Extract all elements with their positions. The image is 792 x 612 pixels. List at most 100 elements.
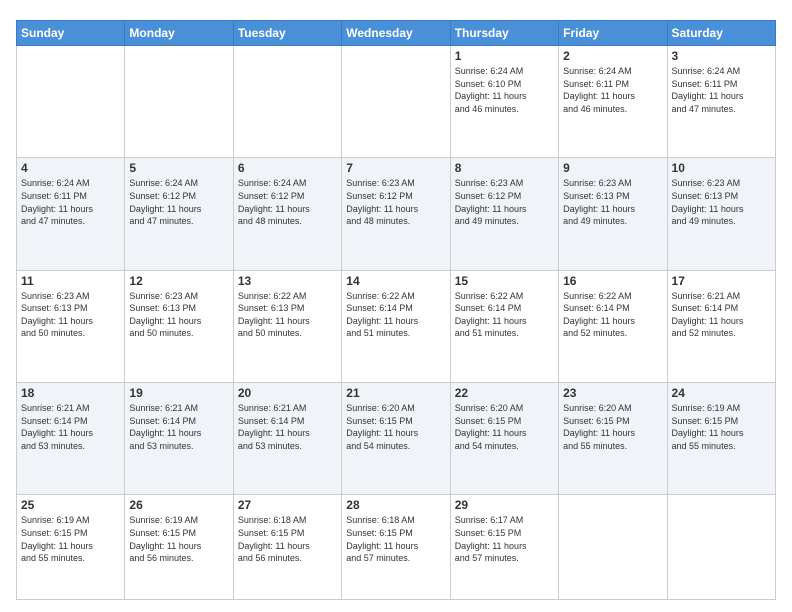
header-cell-friday: Friday	[559, 21, 667, 46]
calendar-cell: 29 Sunrise: 6:17 AM Sunset: 6:15 PM Dayli…	[450, 495, 558, 600]
calendar-cell: 28 Sunrise: 6:18 AM Sunset: 6:15 PM Dayli…	[342, 495, 450, 600]
calendar-cell: 24 Sunrise: 6:19 AM Sunset: 6:15 PM Dayli…	[667, 382, 775, 494]
day-info: Sunrise: 6:24 AM Sunset: 6:11 PM Dayligh…	[563, 65, 662, 115]
calendar-cell: 25 Sunrise: 6:19 AM Sunset: 6:15 PM Dayli…	[17, 495, 125, 600]
day-number: 10	[672, 161, 771, 175]
calendar-cell: 12 Sunrise: 6:23 AM Sunset: 6:13 PM Dayli…	[125, 270, 233, 382]
day-info: Sunrise: 6:20 AM Sunset: 6:15 PM Dayligh…	[455, 402, 554, 452]
calendar-cell	[125, 46, 233, 158]
day-info: Sunrise: 6:23 AM Sunset: 6:13 PM Dayligh…	[129, 290, 228, 340]
calendar-cell: 11 Sunrise: 6:23 AM Sunset: 6:13 PM Dayli…	[17, 270, 125, 382]
week-row-1: 4 Sunrise: 6:24 AM Sunset: 6:11 PM Daylig…	[17, 158, 776, 270]
day-info: Sunrise: 6:23 AM Sunset: 6:13 PM Dayligh…	[672, 177, 771, 227]
header-row: SundayMondayTuesdayWednesdayThursdayFrid…	[17, 21, 776, 46]
day-number: 7	[346, 161, 445, 175]
calendar-cell: 9 Sunrise: 6:23 AM Sunset: 6:13 PM Daylig…	[559, 158, 667, 270]
page: General Blue SundayMondayTuesdayWednesda…	[0, 0, 792, 612]
day-number: 19	[129, 386, 228, 400]
day-info: Sunrise: 6:22 AM Sunset: 6:13 PM Dayligh…	[238, 290, 337, 340]
day-number: 15	[455, 274, 554, 288]
calendar-cell: 20 Sunrise: 6:21 AM Sunset: 6:14 PM Dayli…	[233, 382, 341, 494]
day-number: 24	[672, 386, 771, 400]
calendar-cell: 22 Sunrise: 6:20 AM Sunset: 6:15 PM Dayli…	[450, 382, 558, 494]
day-number: 17	[672, 274, 771, 288]
day-info: Sunrise: 6:17 AM Sunset: 6:15 PM Dayligh…	[455, 514, 554, 564]
day-number: 5	[129, 161, 228, 175]
week-row-2: 11 Sunrise: 6:23 AM Sunset: 6:13 PM Dayli…	[17, 270, 776, 382]
day-info: Sunrise: 6:22 AM Sunset: 6:14 PM Dayligh…	[563, 290, 662, 340]
day-number: 11	[21, 274, 120, 288]
calendar-cell: 7 Sunrise: 6:23 AM Sunset: 6:12 PM Daylig…	[342, 158, 450, 270]
day-number: 3	[672, 49, 771, 63]
day-number: 2	[563, 49, 662, 63]
day-info: Sunrise: 6:23 AM Sunset: 6:13 PM Dayligh…	[563, 177, 662, 227]
header-cell-saturday: Saturday	[667, 21, 775, 46]
header-cell-sunday: Sunday	[17, 21, 125, 46]
day-info: Sunrise: 6:23 AM Sunset: 6:12 PM Dayligh…	[455, 177, 554, 227]
header-cell-tuesday: Tuesday	[233, 21, 341, 46]
calendar-cell	[233, 46, 341, 158]
calendar-cell: 6 Sunrise: 6:24 AM Sunset: 6:12 PM Daylig…	[233, 158, 341, 270]
day-info: Sunrise: 6:24 AM Sunset: 6:12 PM Dayligh…	[129, 177, 228, 227]
day-info: Sunrise: 6:18 AM Sunset: 6:15 PM Dayligh…	[238, 514, 337, 564]
calendar-table: SundayMondayTuesdayWednesdayThursdayFrid…	[16, 20, 776, 600]
day-info: Sunrise: 6:21 AM Sunset: 6:14 PM Dayligh…	[21, 402, 120, 452]
calendar-cell: 23 Sunrise: 6:20 AM Sunset: 6:15 PM Dayli…	[559, 382, 667, 494]
header-cell-wednesday: Wednesday	[342, 21, 450, 46]
calendar-cell: 15 Sunrise: 6:22 AM Sunset: 6:14 PM Dayli…	[450, 270, 558, 382]
calendar-cell: 19Sunrise: 6:21 AM Sunset: 6:14 PM Dayli…	[125, 382, 233, 494]
day-info: Sunrise: 6:18 AM Sunset: 6:15 PM Dayligh…	[346, 514, 445, 564]
day-number: 27	[238, 498, 337, 512]
day-number: 21	[346, 386, 445, 400]
calendar-cell: 10 Sunrise: 6:23 AM Sunset: 6:13 PM Dayli…	[667, 158, 775, 270]
week-row-3: 18 Sunrise: 6:21 AM Sunset: 6:14 PM Dayli…	[17, 382, 776, 494]
day-info: Sunrise: 6:19 AM Sunset: 6:15 PM Dayligh…	[672, 402, 771, 452]
day-number: 23	[563, 386, 662, 400]
day-number: 28	[346, 498, 445, 512]
day-number: 29	[455, 498, 554, 512]
day-number: 20	[238, 386, 337, 400]
calendar-cell	[667, 495, 775, 600]
calendar-cell: 4 Sunrise: 6:24 AM Sunset: 6:11 PM Daylig…	[17, 158, 125, 270]
day-number: 16	[563, 274, 662, 288]
week-row-0: 1Sunrise: 6:24 AM Sunset: 6:10 PM Daylig…	[17, 46, 776, 158]
day-info: Sunrise: 6:21 AM Sunset: 6:14 PM Dayligh…	[238, 402, 337, 452]
day-number: 25	[21, 498, 120, 512]
day-number: 22	[455, 386, 554, 400]
day-number: 6	[238, 161, 337, 175]
calendar-cell: 5 Sunrise: 6:24 AM Sunset: 6:12 PM Daylig…	[125, 158, 233, 270]
calendar-cell	[559, 495, 667, 600]
calendar-cell: 26Sunrise: 6:19 AM Sunset: 6:15 PM Dayli…	[125, 495, 233, 600]
day-number: 12	[129, 274, 228, 288]
day-info: Sunrise: 6:23 AM Sunset: 6:13 PM Dayligh…	[21, 290, 120, 340]
day-info: Sunrise: 6:23 AM Sunset: 6:12 PM Dayligh…	[346, 177, 445, 227]
day-info: Sunrise: 6:20 AM Sunset: 6:15 PM Dayligh…	[346, 402, 445, 452]
day-info: Sunrise: 6:20 AM Sunset: 6:15 PM Dayligh…	[563, 402, 662, 452]
day-number: 4	[21, 161, 120, 175]
header-cell-monday: Monday	[125, 21, 233, 46]
day-info: Sunrise: 6:19 AM Sunset: 6:15 PM Dayligh…	[21, 514, 120, 564]
calendar-cell: 27 Sunrise: 6:18 AM Sunset: 6:15 PM Dayli…	[233, 495, 341, 600]
calendar-cell: 14Sunrise: 6:22 AM Sunset: 6:14 PM Dayli…	[342, 270, 450, 382]
day-info: Sunrise: 6:22 AM Sunset: 6:14 PM Dayligh…	[455, 290, 554, 340]
day-number: 26	[129, 498, 228, 512]
calendar-cell	[17, 46, 125, 158]
calendar-cell: 3 Sunrise: 6:24 AM Sunset: 6:11 PM Daylig…	[667, 46, 775, 158]
calendar-cell: 1Sunrise: 6:24 AM Sunset: 6:10 PM Daylig…	[450, 46, 558, 158]
calendar-cell: 8Sunrise: 6:23 AM Sunset: 6:12 PM Daylig…	[450, 158, 558, 270]
day-info: Sunrise: 6:24 AM Sunset: 6:12 PM Dayligh…	[238, 177, 337, 227]
calendar-cell: 13Sunrise: 6:22 AM Sunset: 6:13 PM Dayli…	[233, 270, 341, 382]
calendar-cell: 16 Sunrise: 6:22 AM Sunset: 6:14 PM Dayli…	[559, 270, 667, 382]
day-info: Sunrise: 6:22 AM Sunset: 6:14 PM Dayligh…	[346, 290, 445, 340]
day-info: Sunrise: 6:24 AM Sunset: 6:11 PM Dayligh…	[21, 177, 120, 227]
day-number: 9	[563, 161, 662, 175]
day-number: 1	[455, 49, 554, 63]
calendar-cell: 18 Sunrise: 6:21 AM Sunset: 6:14 PM Dayli…	[17, 382, 125, 494]
header-cell-thursday: Thursday	[450, 21, 558, 46]
day-info: Sunrise: 6:21 AM Sunset: 6:14 PM Dayligh…	[672, 290, 771, 340]
week-row-4: 25 Sunrise: 6:19 AM Sunset: 6:15 PM Dayli…	[17, 495, 776, 600]
calendar-cell	[342, 46, 450, 158]
day-number: 18	[21, 386, 120, 400]
day-info: Sunrise: 6:24 AM Sunset: 6:11 PM Dayligh…	[672, 65, 771, 115]
calendar-cell: 2 Sunrise: 6:24 AM Sunset: 6:11 PM Daylig…	[559, 46, 667, 158]
